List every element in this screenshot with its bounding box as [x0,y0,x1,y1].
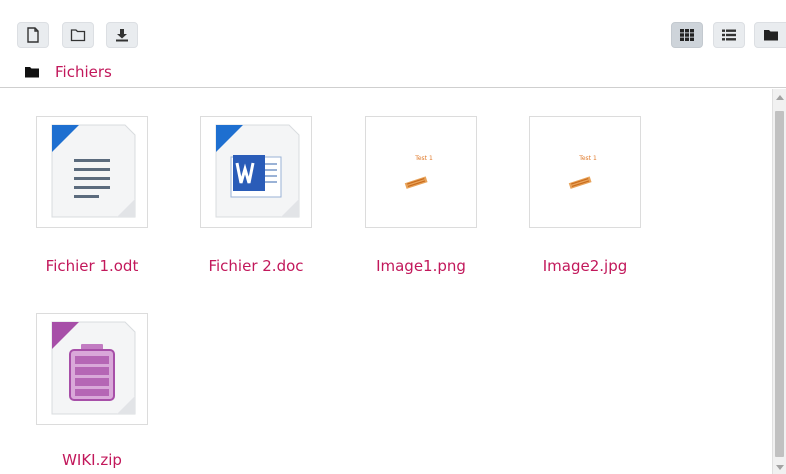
file-item[interactable]: Test 1 Image2.jpg [529,116,679,286]
tree-view-button[interactable] [754,22,786,48]
file-item[interactable]: Test 1 Image1.png [365,116,515,286]
scroll-up-arrow-icon[interactable] [776,95,784,100]
folder-icon [764,30,778,41]
file-thumbnail [36,313,148,425]
image-preview-icon: Test 1 [568,155,597,189]
scroll-thumb[interactable] [775,111,784,457]
file-name-link[interactable]: Fichier 1.odt [16,257,168,275]
archive-icon [51,321,136,415]
word-icon [215,124,300,218]
file-name-link[interactable]: Fichier 2.doc [180,257,332,275]
image-thumbnail: Test 1 [529,116,641,228]
file-item[interactable]: WIKI.zip [36,313,186,474]
file-name-link[interactable]: Image2.jpg [509,257,661,275]
grid-view-button[interactable] [671,22,703,48]
file-name-link[interactable]: WIKI.zip [16,451,168,469]
document-icon [51,124,136,218]
new-folder-button[interactable] [62,22,94,48]
folder-icon [70,29,86,42]
vertical-scrollbar[interactable] [772,89,786,474]
thumb-text: Test 1 [578,155,597,162]
breadcrumb-link-fichiers[interactable]: Fichiers [55,63,112,81]
folder-icon [25,67,39,78]
breadcrumb: Fichiers [25,61,112,83]
file-grid: Fichier 1.odt Fichier 2.doc Test 1 Image… [0,89,772,474]
list-view-button[interactable] [713,22,745,48]
new-file-button[interactable] [17,22,49,48]
download-icon [116,29,128,42]
file-thumbnail [36,116,148,228]
file-name-link[interactable]: Image1.png [345,257,497,275]
file-thumbnail [200,116,312,228]
image-thumbnail: Test 1 [365,116,477,228]
file-icon [27,27,39,43]
image-preview-icon: Test 1 [404,155,433,189]
download-button[interactable] [106,22,138,48]
list-icon [722,29,736,41]
grid-icon [680,29,694,41]
file-item[interactable]: Fichier 1.odt [36,116,186,286]
file-manager-toolbar: Fichiers [0,0,786,88]
scroll-down-arrow-icon[interactable] [776,465,784,470]
thumb-text: Test 1 [414,155,433,162]
file-item[interactable]: Fichier 2.doc [200,116,350,286]
